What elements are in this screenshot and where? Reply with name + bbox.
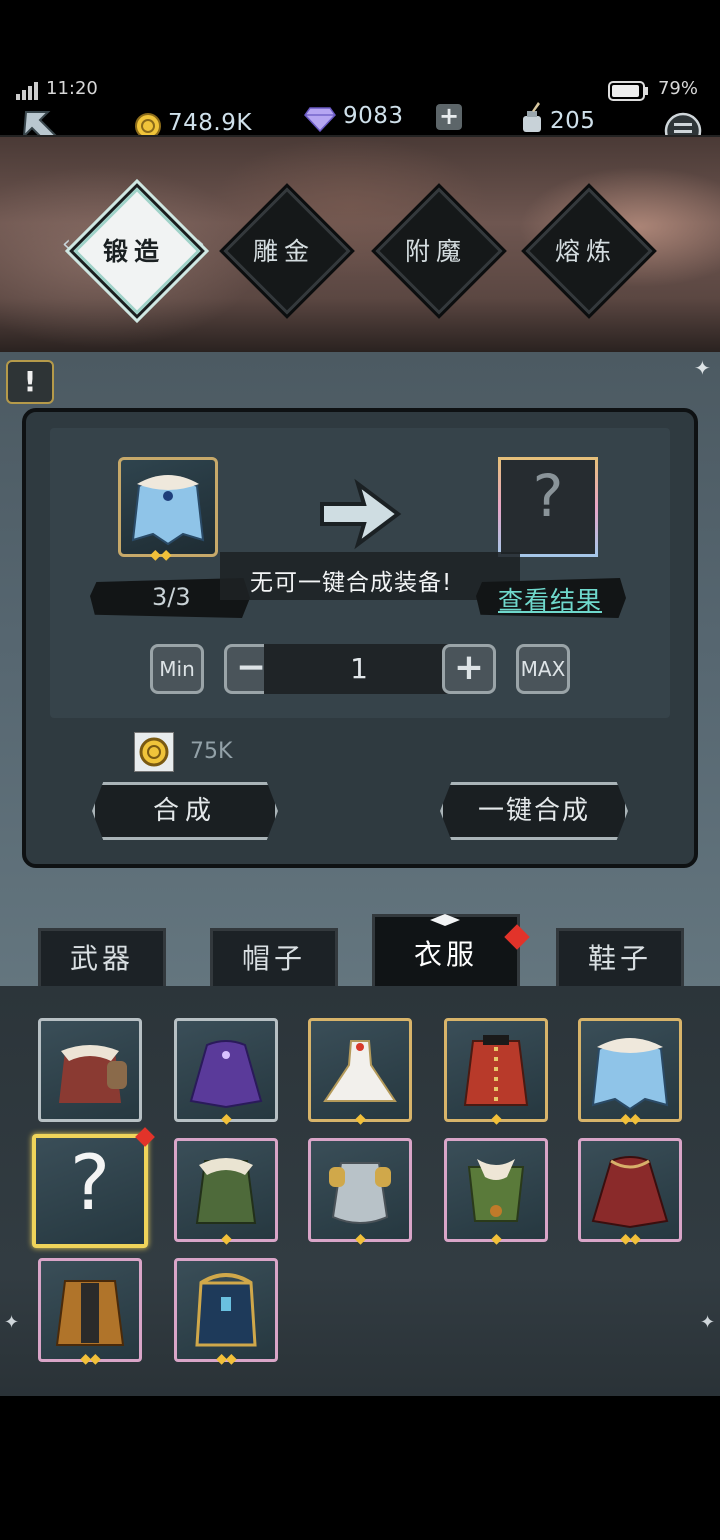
sparkle-icon: ✦	[694, 356, 711, 380]
ornate-armor-icon	[195, 1273, 257, 1347]
item-stars: ◆◆	[620, 1231, 641, 1247]
inventory-item[interactable]: ◆	[174, 1018, 278, 1127]
blue-fur-cape-icon	[591, 1038, 669, 1111]
battery-percent: 79%	[657, 78, 698, 99]
source-item-stars: ◆◆	[150, 547, 172, 563]
sparkle-icon: ✦	[700, 1312, 716, 1333]
arrow-right-icon	[320, 478, 402, 550]
gold-coin-icon	[139, 737, 169, 767]
cost-coin-box	[134, 732, 174, 772]
craft-cost: 75K	[190, 739, 233, 764]
tab-weapons[interactable]: 武器	[38, 928, 166, 986]
chevron-left-icon: ‹	[62, 232, 71, 257]
inventory-item[interactable]: ◆	[444, 1018, 548, 1127]
tab-enchant-label: 附魔	[404, 237, 467, 266]
inventory-item[interactable]: ◆	[308, 1018, 412, 1127]
ink-bottle-icon	[523, 102, 541, 132]
item-stars: ◆	[221, 1231, 232, 1247]
inventory-item[interactable]: ◆◆	[578, 1138, 682, 1247]
crimson-cloak-icon	[591, 1156, 669, 1229]
signal-icon	[16, 82, 38, 100]
toast-message: 无可一键合成装备!	[250, 570, 453, 596]
inventory-item[interactable]	[38, 1018, 142, 1122]
min-button[interactable]: Min	[150, 644, 204, 694]
item-stars: ◆	[221, 1111, 232, 1127]
item-stars: ◆	[491, 1111, 502, 1127]
result-unknown: ?	[532, 462, 564, 530]
feather-vest-icon	[467, 1159, 525, 1222]
item-stars: ◆	[491, 1231, 502, 1247]
inventory-item[interactable]: ◆◆	[174, 1258, 278, 1367]
warning-icon[interactable]: !	[6, 360, 54, 404]
battery-icon	[608, 81, 648, 101]
craft-button[interactable]: 合成	[92, 782, 278, 840]
item-stars: ◆◆	[216, 1351, 237, 1367]
diamond-amount: 9083	[343, 103, 404, 129]
inventory-item[interactable]: ◆◆	[38, 1258, 142, 1367]
tab-forge-label: 锻造	[102, 237, 165, 266]
blue-fur-cape-icon	[131, 475, 205, 546]
source-count: 3/3	[152, 583, 191, 611]
diamond-icon	[304, 107, 336, 132]
clock: 11:20	[46, 78, 98, 99]
red-uniform-icon	[463, 1035, 529, 1106]
unknown-item-mark: ?	[69, 1138, 111, 1227]
view-result-link[interactable]: 查看结果	[498, 581, 602, 617]
inventory-item[interactable]: ◆	[174, 1138, 278, 1247]
plus-button[interactable]: +	[442, 644, 496, 694]
purple-cape-icon	[189, 1040, 263, 1109]
sparkle-icon: ✦	[4, 1312, 20, 1333]
tab-smelt-label: 熔炼	[554, 237, 617, 266]
tab-engrave-label: 雕金	[252, 237, 315, 266]
item-stars: ◆	[355, 1231, 366, 1247]
item-stars: ◆◆	[80, 1351, 101, 1367]
ink-amount: 205	[550, 108, 596, 134]
green-robe-icon	[195, 1158, 257, 1224]
item-stars: ◆	[355, 1111, 366, 1127]
max-button[interactable]: MAX	[516, 644, 570, 694]
quantity-value: 1	[350, 652, 368, 685]
fur-coat-icon	[59, 1045, 127, 1103]
item-stars: ◆◆	[620, 1111, 641, 1127]
steel-armor-icon	[329, 1162, 391, 1224]
auto-craft-button[interactable]: 一键合成	[440, 782, 628, 840]
gold-amount: 748.9K	[168, 110, 252, 136]
tab-hats[interactable]: 帽子	[210, 928, 338, 986]
inventory-item[interactable]: ◆◆	[578, 1018, 682, 1127]
brown-coat-icon	[55, 1280, 125, 1346]
source-item-slot[interactable]	[118, 457, 218, 557]
inventory-item[interactable]: ◆	[444, 1138, 548, 1247]
tab-shoes[interactable]: 鞋子	[556, 928, 684, 986]
add-diamond-button[interactable]: +	[436, 104, 462, 130]
inventory-item[interactable]: ◆	[308, 1138, 412, 1247]
white-dress-icon	[323, 1040, 397, 1102]
